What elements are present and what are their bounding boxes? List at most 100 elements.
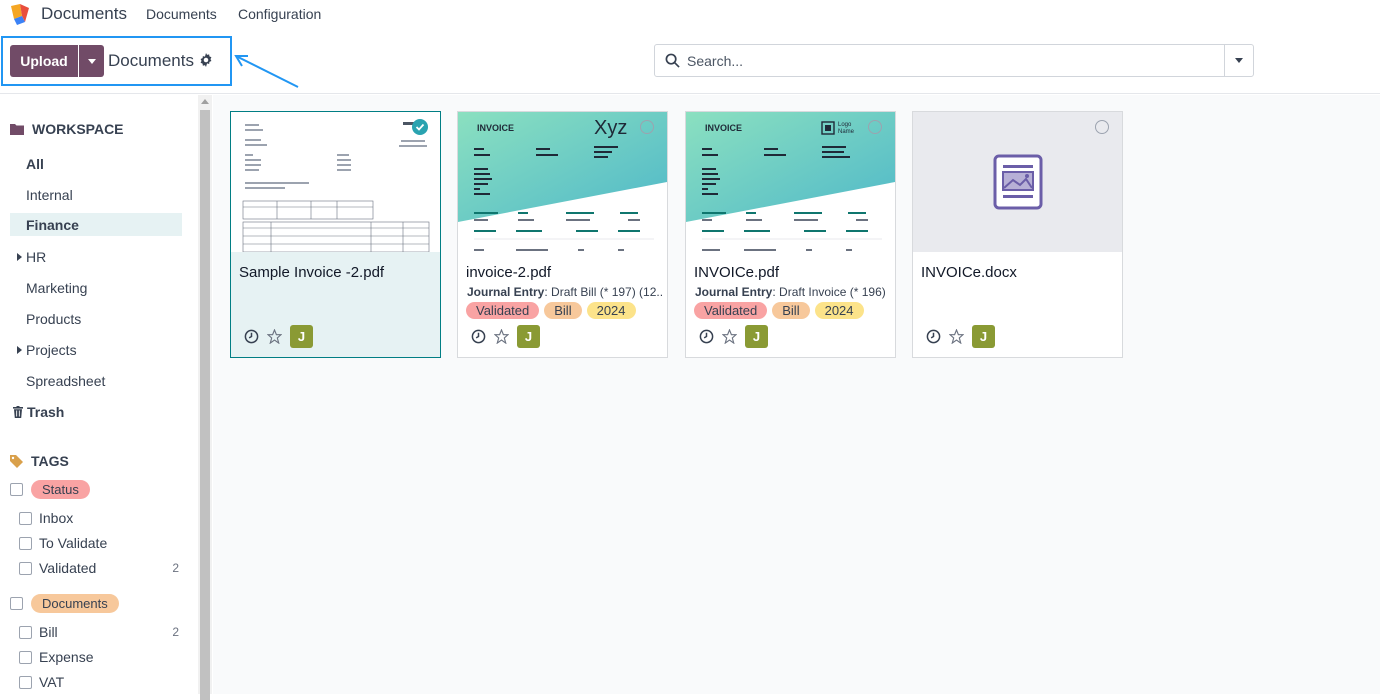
- card-footer: J: [471, 325, 540, 348]
- journal-entry-value[interactable]: : Draft Invoice (* 196): [772, 285, 885, 299]
- tag-item-label: To Validate: [39, 535, 108, 551]
- star-icon[interactable]: [267, 329, 282, 344]
- checkbox[interactable]: [19, 625, 32, 639]
- scroll-up-arrow-icon[interactable]: [201, 99, 209, 104]
- tag-item-expense[interactable]: Expense: [19, 649, 179, 665]
- scrollbar-thumb[interactable]: [200, 110, 210, 700]
- workspace-item-label: Projects: [26, 341, 77, 358]
- star-icon[interactable]: [949, 329, 964, 344]
- workspace-item-label: Marketing: [26, 279, 88, 296]
- avatar[interactable]: J: [972, 325, 995, 348]
- sidebar: WORKSPACE All Internal Finance HR Market…: [0, 95, 198, 694]
- workspace-item-label: Products: [26, 310, 82, 327]
- selected-check-icon[interactable]: [412, 119, 428, 135]
- workspace-item-label: Spreadsheet: [26, 372, 106, 389]
- workspace-item-label: All: [26, 155, 44, 172]
- tag-badge: Validated: [694, 302, 768, 319]
- menu-documents[interactable]: Documents: [146, 6, 217, 22]
- tag-item-vat[interactable]: VAT: [19, 674, 179, 690]
- invoice-preview-image: [458, 112, 667, 252]
- journal-entry-label: Journal Entry: [695, 285, 773, 299]
- documents-app-logo-icon[interactable]: [8, 2, 32, 26]
- tag-group-documents[interactable]: Documents: [10, 594, 119, 613]
- search-input[interactable]: [687, 47, 1207, 74]
- tag-item-label: Expense: [39, 649, 94, 665]
- menu-configuration[interactable]: Configuration: [238, 6, 321, 22]
- document-thumbnail[interactable]: INVOICE Logo Name: [686, 112, 895, 252]
- avatar[interactable]: J: [517, 325, 540, 348]
- clock-icon[interactable]: [471, 329, 486, 344]
- journal-entry-info: Journal Entry: Draft Bill (* 197) (12...: [467, 285, 663, 299]
- workspace-item-finance[interactable]: Finance: [10, 213, 182, 236]
- app-title[interactable]: Documents: [41, 4, 127, 24]
- tag-group-pill: Status: [31, 480, 90, 499]
- checkbox[interactable]: [19, 511, 32, 525]
- tag-icon: [10, 454, 23, 468]
- select-radio[interactable]: [640, 120, 654, 134]
- gear-icon[interactable]: [199, 53, 213, 67]
- document-card-invoice-2[interactable]: INVOICE Xyz invoice-2.pdf Journal Entry:…: [457, 111, 668, 358]
- avatar[interactable]: J: [290, 325, 313, 348]
- top-navbar: Documents Documents Configuration: [0, 0, 1380, 28]
- workspace-item-products[interactable]: Products: [10, 307, 182, 330]
- document-thumbnail[interactable]: INVOICE Xyz: [458, 112, 667, 252]
- document-thumbnail[interactable]: [913, 112, 1122, 252]
- checkbox[interactable]: [19, 536, 32, 550]
- tag-count: 2: [172, 561, 179, 575]
- workspace-item-label: HR: [26, 248, 47, 265]
- star-icon[interactable]: [494, 329, 509, 344]
- star-icon[interactable]: [722, 329, 737, 344]
- document-card-sample-invoice[interactable]: Sample Invoice -2.pdf J: [230, 111, 441, 358]
- caret-right-icon[interactable]: [17, 345, 22, 354]
- workspace-item-marketing[interactable]: Marketing: [10, 276, 182, 299]
- tag-item-bill[interactable]: Bill 2: [19, 624, 179, 640]
- search-options-toggle[interactable]: [1224, 44, 1254, 77]
- checkbox[interactable]: [19, 561, 32, 575]
- caret-down-icon: [87, 58, 96, 64]
- trash-icon: [13, 405, 23, 418]
- select-radio[interactable]: [868, 120, 882, 134]
- document-card-invoice-pdf[interactable]: INVOICE Logo Name INVOICe.pdf Journal En…: [685, 111, 896, 358]
- checkbox[interactable]: [19, 675, 32, 689]
- breadcrumb-title: Documents: [108, 51, 194, 70]
- tags-heading: TAGS: [10, 453, 69, 469]
- document-card-invoice-docx[interactable]: INVOICe.docx J: [912, 111, 1123, 358]
- select-radio[interactable]: [1095, 120, 1109, 134]
- clock-icon[interactable]: [926, 329, 941, 344]
- journal-entry-label: Journal Entry: [467, 285, 545, 299]
- sidebar-scrollbar[interactable]: [198, 95, 212, 700]
- tag-badge: 2024: [814, 302, 864, 319]
- workspace-heading-label: WORKSPACE: [32, 121, 124, 137]
- thumb-invoice-heading: INVOICE: [705, 123, 743, 133]
- caret-right-icon[interactable]: [17, 252, 22, 261]
- document-name: INVOICe.docx: [921, 264, 1017, 281]
- tag-item-to-validate[interactable]: To Validate: [19, 535, 179, 551]
- tag-group-status[interactable]: Status: [10, 480, 90, 499]
- annotation-arrow-icon: [234, 55, 299, 88]
- workspace-item-spreadsheet[interactable]: Spreadsheet: [10, 369, 182, 392]
- checkbox[interactable]: [10, 597, 23, 610]
- workspace-item-hr[interactable]: HR: [10, 245, 182, 268]
- upload-dropdown-toggle[interactable]: [79, 45, 104, 77]
- card-tags: Validated Bill 2024: [466, 302, 636, 319]
- workspace-item-internal[interactable]: Internal: [10, 183, 182, 206]
- workspace-item-projects[interactable]: Projects: [10, 338, 182, 361]
- workspace-item-trash[interactable]: Trash: [10, 400, 182, 423]
- journal-entry-value[interactable]: : Draft Bill (* 197) (12...: [544, 285, 663, 299]
- journal-entry-info: Journal Entry: Draft Invoice (* 196): [695, 285, 891, 299]
- tag-item-label: VAT: [39, 674, 65, 690]
- search-icon: [665, 53, 680, 68]
- avatar[interactable]: J: [745, 325, 768, 348]
- workspace-heading: WORKSPACE: [10, 121, 124, 137]
- tag-group-pill: Documents: [31, 594, 119, 613]
- tag-item-inbox[interactable]: Inbox: [19, 510, 179, 526]
- workspace-item-all[interactable]: All: [10, 152, 182, 175]
- tag-item-validated[interactable]: Validated 2: [19, 560, 179, 576]
- checkbox[interactable]: [10, 483, 23, 496]
- clock-icon[interactable]: [699, 329, 714, 344]
- checkbox[interactable]: [19, 650, 32, 664]
- clock-icon[interactable]: [244, 329, 259, 344]
- document-thumbnail[interactable]: [231, 112, 440, 252]
- document-name: invoice-2.pdf: [466, 264, 552, 281]
- upload-button[interactable]: Upload: [10, 45, 78, 77]
